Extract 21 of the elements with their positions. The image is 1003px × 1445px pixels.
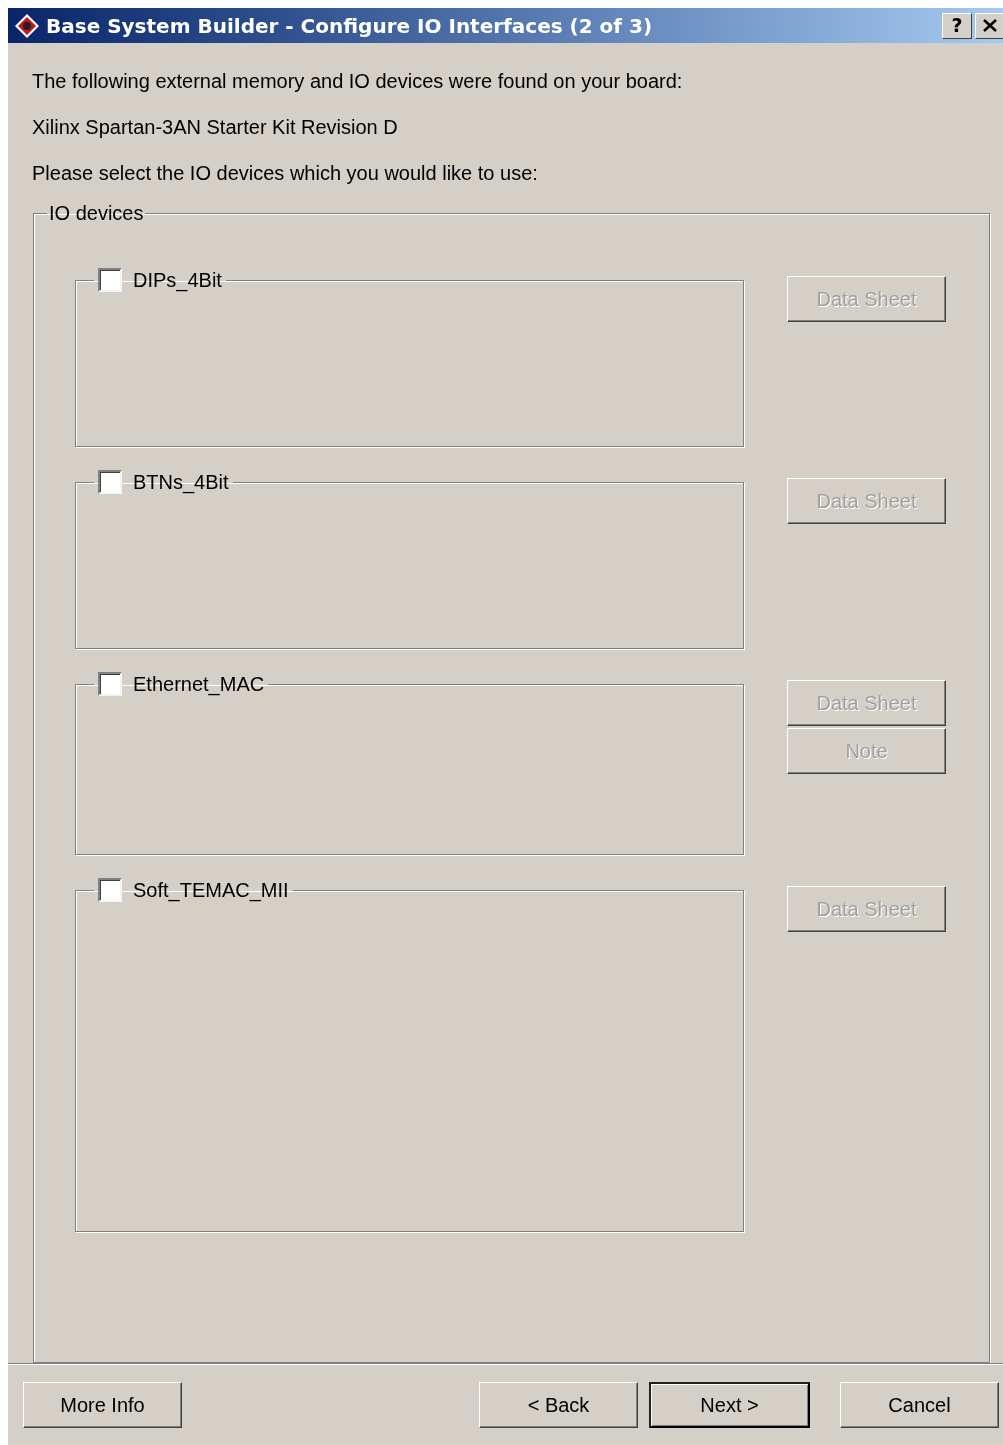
checkbox[interactable] bbox=[98, 672, 122, 696]
close-button[interactable] bbox=[975, 12, 1003, 39]
device-label: Soft_TEMAC_MII bbox=[133, 878, 289, 902]
help-button[interactable]: ? bbox=[942, 12, 972, 39]
checkbox[interactable] bbox=[98, 268, 122, 292]
device-label: Ethernet_MAC bbox=[133, 672, 265, 696]
dialog-button[interactable]: < Back bbox=[479, 1382, 638, 1428]
app-logo-icon bbox=[14, 12, 40, 39]
instruction-text: Xilinx Spartan-3AN Starter Kit Revision D bbox=[32, 115, 399, 139]
window-title: Base System Builder - Configure IO Interfaces (2 of 3) bbox=[46, 12, 653, 40]
group-title: IO devices bbox=[48, 201, 145, 225]
instruction-text: Please select the IO devices which you would like to use: bbox=[32, 161, 539, 185]
dialog-button[interactable]: More Info bbox=[23, 1382, 182, 1428]
instruction-text: The following external memory and IO devices were found on your board: bbox=[32, 69, 684, 93]
device-label: BTNs_4Bit bbox=[133, 470, 229, 494]
dialog-button[interactable]: Cancel bbox=[840, 1382, 999, 1428]
checkbox[interactable] bbox=[98, 470, 122, 494]
checkbox[interactable] bbox=[98, 878, 122, 902]
device-label: DIPs_4Bit bbox=[133, 268, 222, 292]
dialog-button[interactable]: Next > bbox=[649, 1382, 810, 1428]
close-icon bbox=[982, 19, 997, 32]
